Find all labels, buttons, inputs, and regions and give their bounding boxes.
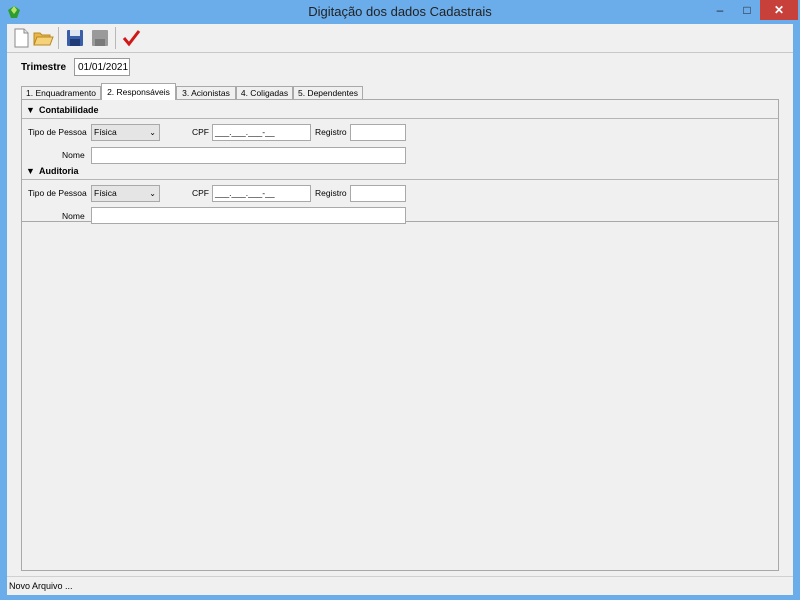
- close-button[interactable]: ✕: [760, 0, 798, 20]
- nome-label: Nome: [62, 211, 85, 221]
- new-file-icon[interactable]: [10, 27, 32, 49]
- save-icon[interactable]: [64, 27, 86, 49]
- tipo-pessoa-label: Tipo de Pessoa: [28, 188, 87, 198]
- open-folder-icon[interactable]: [32, 27, 54, 49]
- disabled-save-icon: [92, 30, 108, 46]
- toolbar-separator: [58, 27, 59, 49]
- window-title: Digitação dos dados Cadastrais: [308, 4, 492, 19]
- collapse-triangle-icon[interactable]: ▼: [26, 103, 35, 118]
- registro-label: Registro: [315, 127, 347, 137]
- status-bar: Novo Arquivo ...: [7, 576, 793, 595]
- minimize-button[interactable]: –: [707, 0, 733, 20]
- section-title: Contabilidade: [39, 105, 99, 115]
- trimestre-input[interactable]: 01/01/2021: [74, 58, 130, 76]
- collapse-triangle-icon[interactable]: ▼: [26, 164, 35, 179]
- status-text: Novo Arquivo ...: [9, 581, 73, 591]
- registro-label: Registro: [315, 188, 347, 198]
- nome-label: Nome: [62, 150, 85, 160]
- tab-coligadas[interactable]: 4. Coligadas: [236, 86, 293, 99]
- cpf-label: CPF: [192, 127, 209, 137]
- chevron-down-icon: ⌄: [149, 189, 156, 198]
- toolbar: [7, 24, 793, 53]
- cpf-input[interactable]: ___.___.___-__: [212, 124, 311, 141]
- section-header-auditoria[interactable]: ▼ Auditoria: [22, 164, 778, 180]
- tipo-pessoa-select[interactable]: Física ⌄: [91, 124, 160, 141]
- section-title: Auditoria: [39, 166, 79, 176]
- confirm-check-icon[interactable]: [120, 27, 142, 49]
- client-area: Trimestre 01/01/2021 1. Enquadramento 2.…: [7, 24, 793, 595]
- chevron-down-icon: ⌄: [149, 128, 156, 137]
- toolbar-separator: [115, 27, 116, 49]
- trimestre-label: Trimestre: [21, 62, 67, 73]
- nome-input[interactable]: [91, 207, 406, 224]
- tab-panel: ▼ Contabilidade Tipo de Pessoa Física ⌄ …: [21, 99, 779, 571]
- tab-acionistas[interactable]: 3. Acionistas: [176, 86, 236, 99]
- app-window: Digitação dos dados Cadastrais – □ ✕ Tri…: [0, 0, 800, 600]
- tipo-pessoa-value: Física: [94, 127, 117, 137]
- registro-input[interactable]: [350, 185, 406, 202]
- section-header-contabilidade[interactable]: ▼ Contabilidade: [22, 103, 778, 119]
- tipo-pessoa-select[interactable]: Física ⌄: [91, 185, 160, 202]
- cpf-label: CPF: [192, 188, 209, 198]
- registro-input[interactable]: [350, 124, 406, 141]
- tab-dependentes[interactable]: 5. Dependentes: [293, 86, 363, 99]
- tab-enquadramento[interactable]: 1. Enquadramento: [21, 86, 101, 99]
- responsaveis-content: ▼ Contabilidade Tipo de Pessoa Física ⌄ …: [22, 100, 779, 224]
- nome-input[interactable]: [91, 147, 406, 164]
- title-bar[interactable]: Digitação dos dados Cadastrais – □ ✕: [0, 0, 800, 24]
- tipo-pessoa-value: Física: [94, 188, 117, 198]
- tipo-pessoa-label: Tipo de Pessoa: [28, 127, 87, 137]
- cpf-input[interactable]: ___.___.___-__: [212, 185, 311, 202]
- maximize-button[interactable]: □: [734, 0, 760, 20]
- tab-responsaveis[interactable]: 2. Responsáveis: [101, 83, 176, 100]
